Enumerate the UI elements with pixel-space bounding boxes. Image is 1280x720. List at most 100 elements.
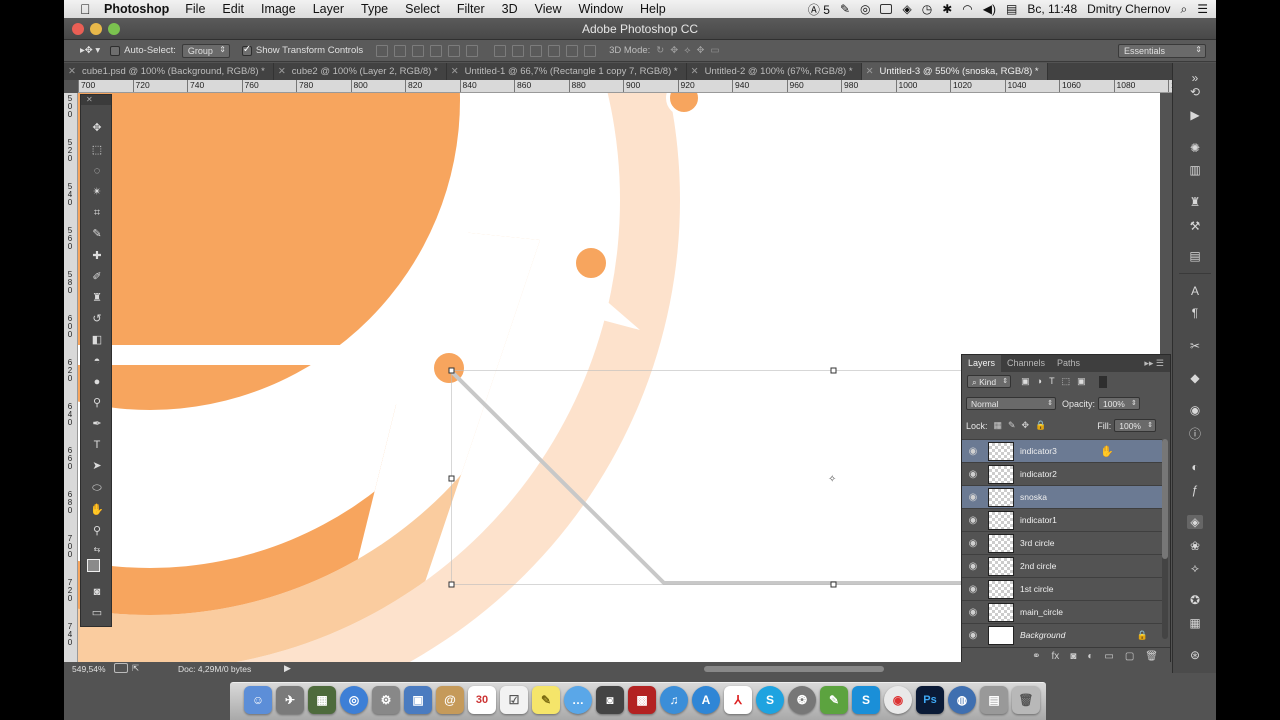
distribute-bottom-icon[interactable] (530, 44, 543, 57)
layers-icon[interactable]: ◈ (1187, 515, 1203, 529)
sync-icon[interactable]: ◎ (860, 2, 870, 16)
swap-colors-icon[interactable]: ⇆ (89, 543, 105, 557)
mission-control-icon[interactable]: ▦ (308, 686, 336, 714)
healing-brush-icon[interactable]: ✚ (89, 249, 105, 263)
visibility-eye-icon[interactable]: ◉ (962, 584, 984, 595)
panel-menu-icon[interactable]: ▸▸ ☰ (1144, 355, 1170, 372)
close-tab-icon[interactable]: ✕ (691, 66, 699, 77)
filter-kind-dropdown[interactable]: ⌕ Kind (967, 375, 1012, 388)
skype-express-icon[interactable]: S (852, 686, 880, 714)
dropbox-icon[interactable]: ◈ (902, 2, 911, 16)
trash-icon[interactable]: 🗑 (1012, 686, 1040, 714)
info-icon[interactable]: ⓘ (1187, 427, 1203, 441)
filter-toggle[interactable] (1098, 375, 1107, 388)
quick-mask-icon[interactable]: ◙ (89, 585, 105, 599)
distribute-top-icon[interactable] (494, 44, 507, 57)
filter-type-icons[interactable]: ▣◑T⬚▣ (1021, 376, 1092, 387)
tab-cube2[interactable]: ✕ cube2 @ 100% (Layer 2, RGB/8) * (274, 63, 447, 80)
spotlight-icon[interactable]: ⌕ (1181, 2, 1188, 17)
layer-row-snoska[interactable]: ◉ snoska (962, 485, 1162, 508)
dodge-tool-icon[interactable]: ⚲ (89, 396, 105, 410)
stickies-icon[interactable]: ✎ (532, 686, 560, 714)
menu-help[interactable]: Help (640, 2, 666, 16)
crop-tool-icon[interactable]: ⌗ (89, 206, 105, 220)
wifi-icon[interactable]: ◠ (962, 2, 972, 16)
adobe-icon[interactable]: Ⓐ 5 (808, 1, 830, 18)
align-left-icon[interactable] (430, 44, 443, 57)
history-brush-icon[interactable]: ↺ (89, 312, 105, 326)
zoom-level[interactable]: 549,54% (72, 664, 106, 674)
move-tool-icon[interactable]: ✥ (89, 121, 105, 135)
tools-panel-header[interactable]: ✕ (81, 95, 111, 105)
visibility-eye-icon[interactable]: ◉ (962, 492, 984, 503)
blur-tool-icon[interactable]: ● (89, 375, 105, 389)
distribute-hcenter-icon[interactable] (566, 44, 579, 57)
close-tab-icon[interactable]: ✕ (866, 66, 874, 77)
opacity-input[interactable]: 100% (1098, 397, 1140, 410)
brush-settings-icon[interactable]: ✺ (1187, 141, 1203, 155)
downloads-icon[interactable]: ▤ (980, 686, 1008, 714)
swatches-icon[interactable]: ▦ (1187, 616, 1203, 630)
visibility-eye-icon[interactable]: ◉ (962, 469, 984, 480)
notes-icon[interactable]: ⊛ (1187, 648, 1203, 662)
finder-icon[interactable]: ☺ (244, 686, 272, 714)
distribute-vcenter-icon[interactable] (512, 44, 525, 57)
3d-mode-icons[interactable]: ↻✥⟡✥▭ (656, 45, 725, 56)
paint-bucket-icon[interactable]: ◓ (89, 354, 105, 368)
workspace-dropdown[interactable]: Essentials (1118, 44, 1206, 58)
layer-row-1st-circle[interactable]: ◉ 1st circle (962, 577, 1162, 600)
delete-layer-icon[interactable]: 🗑 (1145, 651, 1158, 662)
close-tab-icon[interactable]: ✕ (278, 66, 286, 77)
menu-window[interactable]: Window (579, 2, 623, 16)
paragraph-icon[interactable]: ¶ (1187, 306, 1203, 320)
export-icon[interactable]: ⇱ (132, 663, 139, 674)
align-bottom-icon[interactable] (412, 44, 425, 57)
new-group-icon[interactable]: ▭ (1104, 651, 1113, 662)
new-layer-icon[interactable]: ▢ (1125, 651, 1134, 662)
lasso-tool-icon[interactable]: ◌ (89, 164, 105, 178)
clone-source-icon[interactable]: ♜ (1187, 195, 1203, 209)
tab-cube1[interactable]: ✕ cube1.psd @ 100% (Background, RGB/8) * (64, 63, 274, 80)
move-tool-preset-icon[interactable]: ▸✥ ▾ (80, 45, 100, 56)
tool-presets-icon[interactable]: ⚒ (1187, 219, 1203, 233)
channels-icon[interactable]: ❀ (1187, 539, 1203, 553)
magic-wand-icon[interactable]: ✴ (89, 185, 105, 199)
tab-channels[interactable]: Channels (1001, 355, 1051, 372)
vertical-ruler[interactable]: 500 520 540 560 580 600 620 640 660 680 700 720 740 (64, 93, 78, 663)
brush-tool-icon[interactable]: ✐ (89, 270, 105, 284)
align-vcenter-icon[interactable] (394, 44, 407, 57)
menu-select[interactable]: Select (405, 2, 440, 16)
photo-booth-icon[interactable]: ▩ (628, 686, 656, 714)
messages-icon[interactable]: … (564, 686, 592, 714)
auto-select-checkbox[interactable] (110, 45, 121, 56)
align-hcenter-icon[interactable] (448, 44, 461, 57)
character-icon[interactable]: A (1187, 284, 1203, 298)
layer-style-icon[interactable]: fx (1052, 651, 1060, 662)
bluetooth-icon[interactable]: ✱ (942, 2, 952, 16)
layer-comps-icon[interactable]: ▤ (1187, 249, 1203, 263)
display-icon[interactable] (880, 4, 893, 14)
adjustments-icon[interactable]: ✪ (1187, 593, 1203, 607)
path-selection-icon[interactable]: ➤ (89, 459, 105, 473)
flag-icon[interactable]: ▤ (1006, 2, 1017, 16)
contacts-icon[interactable]: @ (436, 686, 464, 714)
align-top-icon[interactable] (376, 44, 389, 57)
layers-scrollbar[interactable] (1162, 439, 1168, 639)
reminders-icon[interactable]: ☑ (500, 686, 528, 714)
add-mask-icon[interactable]: ◙ (1070, 651, 1076, 662)
color-icon[interactable]: ◐ (1187, 460, 1203, 474)
blend-mode-dropdown[interactable]: Normal (966, 397, 1056, 410)
eyedropper-icon[interactable]: ✎ (89, 227, 105, 241)
screen-mode-icon[interactable]: ▭ (89, 606, 105, 620)
horizontal-ruler[interactable]: 700 720 740 760 780 800 820 840 860 880 900 920 940 9… (78, 80, 1174, 93)
foreground-color-swatch[interactable] (87, 559, 100, 572)
menu-file[interactable]: File (185, 2, 205, 16)
3d-icon[interactable]: ◆ (1187, 371, 1203, 385)
layer-row-main-circle[interactable]: ◉ main_circle (962, 600, 1162, 623)
properties-icon[interactable]: ◉ (1187, 403, 1203, 417)
type-tool-icon[interactable]: T (89, 438, 105, 452)
menu-edit[interactable]: Edit (222, 2, 244, 16)
evernote-dock-icon[interactable]: ✎ (820, 686, 848, 714)
eraser-tool-icon[interactable]: ◧ (89, 333, 105, 347)
status-preview-icon[interactable] (114, 663, 128, 673)
